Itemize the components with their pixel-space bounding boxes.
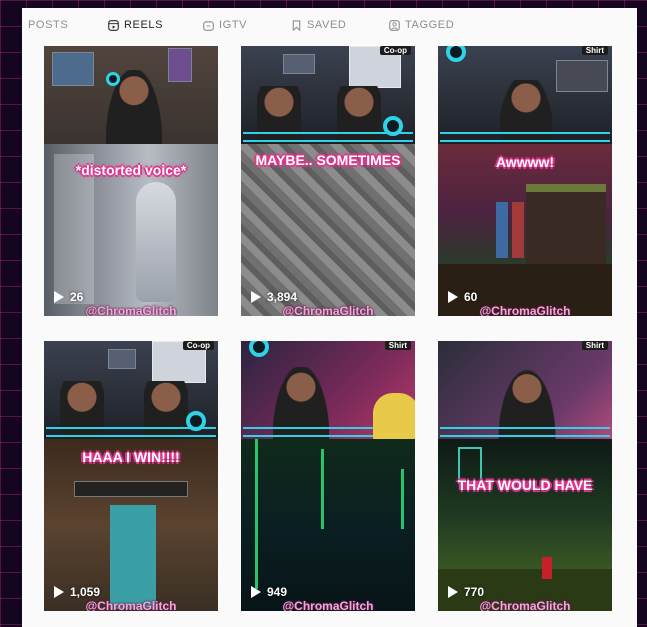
tab-igtv-label: IGTV bbox=[219, 19, 248, 31]
reel-tile[interactable]: Shirt Awwww! 60 @ChromaGlitch bbox=[438, 46, 612, 316]
reel-tile[interactable]: Shirt 949 @ChromaGlitch bbox=[241, 341, 415, 611]
play-count-value: 60 bbox=[464, 290, 478, 304]
reel-tile[interactable]: *distorted voice* 26 @ChromaGlitch bbox=[44, 46, 218, 316]
reel-tile[interactable]: Shirt THAT WOULD HAVE 770 @ChromaGlitch bbox=[438, 341, 612, 611]
reel-caption: HAAA I WIN!!!! bbox=[82, 449, 180, 465]
tab-saved[interactable]: SAVED bbox=[291, 18, 346, 32]
profile-tabs: POSTS REELS IGTV SAVED TAGGED bbox=[22, 8, 637, 42]
reels-icon bbox=[108, 19, 119, 31]
play-count: 1,059 bbox=[54, 585, 100, 599]
tab-reels-label: REELS bbox=[124, 19, 164, 31]
overlay-tag: Co-op bbox=[182, 341, 214, 350]
play-count-value: 1,059 bbox=[70, 585, 101, 599]
play-count: 770 bbox=[448, 585, 484, 599]
reel-handle: @ChromaGlitch bbox=[85, 599, 177, 611]
tab-posts[interactable]: POSTS bbox=[28, 18, 68, 32]
play-count: 3,894 bbox=[251, 290, 297, 304]
play-icon bbox=[448, 291, 458, 303]
igtv-icon bbox=[203, 20, 214, 31]
play-icon bbox=[54, 291, 64, 303]
tab-tagged-label: TAGGED bbox=[405, 19, 455, 31]
tab-tagged[interactable]: TAGGED bbox=[389, 18, 454, 32]
webcam-frame: Co-op bbox=[44, 341, 218, 439]
overlay-tag: Shirt bbox=[581, 341, 608, 350]
overlay-tag: Co-op bbox=[379, 46, 411, 55]
profile-panel: POSTS REELS IGTV SAVED TAGGED *distorted… bbox=[22, 8, 637, 627]
reel-handle: @ChromaGlitch bbox=[282, 304, 374, 316]
play-icon bbox=[448, 586, 458, 598]
play-count: 26 bbox=[54, 290, 83, 304]
reel-handle: @ChromaGlitch bbox=[282, 599, 374, 611]
tab-reels[interactable]: REELS bbox=[108, 18, 163, 32]
reel-handle: @ChromaGlitch bbox=[479, 599, 571, 611]
reel-tile[interactable]: Co-op MAYBE.. SOMETIMES 3,894 @ChromaGli… bbox=[241, 46, 415, 316]
bookmark-icon bbox=[292, 19, 301, 31]
webcam-frame: Co-op bbox=[241, 46, 415, 144]
webcam-frame bbox=[44, 46, 218, 144]
reel-handle: @ChromaGlitch bbox=[479, 304, 571, 316]
tab-igtv[interactable]: IGTV bbox=[203, 18, 247, 32]
tab-saved-label: SAVED bbox=[307, 19, 347, 31]
play-icon bbox=[54, 586, 64, 598]
reel-caption: MAYBE.. SOMETIMES bbox=[255, 152, 401, 168]
play-count-value: 949 bbox=[267, 585, 288, 599]
overlay-tag: Shirt bbox=[384, 341, 411, 350]
play-count-value: 3,894 bbox=[267, 290, 298, 304]
reel-caption: *distorted voice* bbox=[75, 162, 187, 178]
play-icon bbox=[251, 291, 261, 303]
play-count: 949 bbox=[251, 585, 287, 599]
play-icon bbox=[251, 586, 261, 598]
reel-caption: Awwww! bbox=[495, 154, 555, 170]
tab-posts-label: POSTS bbox=[28, 19, 69, 31]
play-count-value: 770 bbox=[464, 585, 485, 599]
tagged-icon bbox=[389, 19, 400, 31]
reel-caption: THAT WOULD HAVE bbox=[457, 477, 593, 493]
webcam-frame: Shirt bbox=[438, 46, 612, 144]
reel-handle: @ChromaGlitch bbox=[85, 304, 177, 316]
webcam-frame: Shirt bbox=[438, 341, 612, 439]
play-count: 60 bbox=[448, 290, 477, 304]
reel-tile[interactable]: Co-op HAAA I WIN!!!! 1,059 @ChromaGlitch bbox=[44, 341, 218, 611]
overlay-tag: Shirt bbox=[581, 46, 608, 55]
play-count-value: 26 bbox=[70, 290, 84, 304]
